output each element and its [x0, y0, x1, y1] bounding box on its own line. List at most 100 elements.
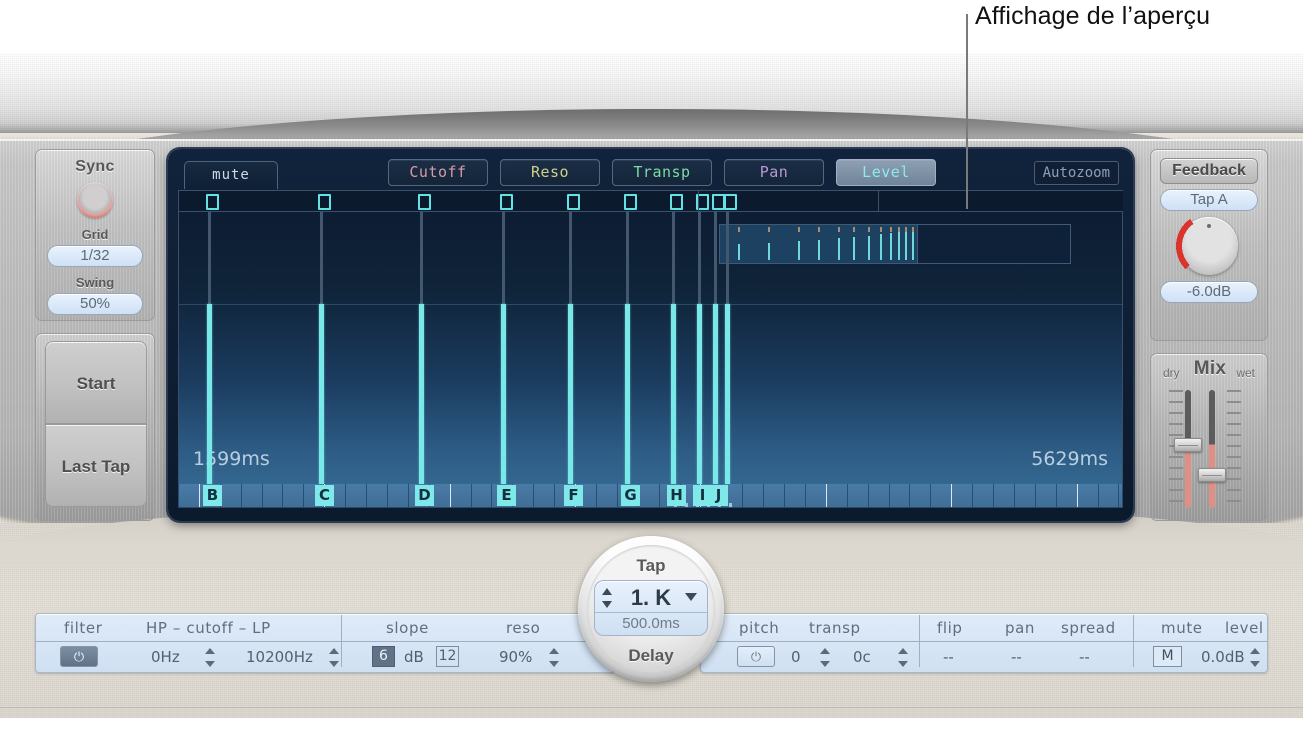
wet-slider-thumb[interactable] — [1198, 468, 1226, 482]
last-tap-button[interactable]: Last Tap — [45, 424, 147, 507]
time-right-label: 5629ms — [1031, 448, 1108, 470]
overview-tick-11 — [912, 228, 914, 260]
tap-bar-stem-2 — [420, 212, 423, 304]
slope-12db-button[interactable]: 12 — [436, 646, 459, 667]
lp-cutoff-stepper[interactable] — [328, 648, 339, 667]
tap-chip-j[interactable]: J — [709, 485, 728, 506]
tap-level-bar-5[interactable] — [625, 304, 630, 484]
mute-checkbox-2[interactable] — [418, 194, 431, 210]
mute-checkbox-6[interactable] — [670, 194, 683, 210]
tap-graph-area[interactable]: 1599ms 5629ms 4 4 — [178, 212, 1123, 484]
ruler-cell — [994, 484, 1015, 507]
tap-chip-c[interactable]: C — [315, 485, 334, 506]
pitch-power-icon[interactable]: ⏻ — [737, 646, 775, 667]
tap-bar-stem-7 — [698, 212, 701, 304]
ruler-cell — [1057, 484, 1078, 507]
mute-checkbox-1[interactable] — [318, 194, 331, 210]
ruler-cell — [848, 484, 869, 507]
overview-display[interactable] — [719, 224, 1071, 264]
start-button[interactable]: Start — [45, 341, 147, 424]
tap-chip-e[interactable]: E — [497, 485, 516, 506]
sync-led-icon[interactable] — [77, 182, 113, 218]
level-stepper[interactable] — [1249, 648, 1260, 667]
hp-cutoff-stepper[interactable] — [204, 648, 215, 667]
tap-strip-headers: pitch transp flip pan spread mute level — [701, 614, 1267, 642]
footer-divider — [0, 707, 1303, 708]
filter-header-slope: slope — [386, 619, 429, 637]
pitch-stepper[interactable] — [819, 648, 830, 667]
tap-delay-value[interactable]: 500.0ms — [595, 612, 707, 632]
overview-tick-cap-11 — [912, 227, 914, 232]
transp-value[interactable]: 0c — [853, 648, 871, 666]
feedback-knob[interactable] — [1175, 212, 1243, 280]
level-value[interactable]: 0.0dB — [1201, 648, 1245, 666]
pitch-value[interactable]: 0 — [791, 648, 801, 666]
spread-value[interactable]: -- — [1079, 648, 1090, 666]
tap-level-bar-4[interactable] — [568, 304, 573, 484]
mute-checkbox-3[interactable] — [500, 194, 513, 210]
mute-toggle-button[interactable]: M — [1153, 646, 1182, 667]
param-button-level[interactable]: Level — [836, 159, 936, 186]
tap-chip-d[interactable]: D — [415, 485, 434, 506]
tap-chip-g[interactable]: G — [621, 485, 640, 506]
mute-checkbox-row — [178, 190, 1123, 212]
ruler-cell — [221, 484, 242, 507]
ruler-cell — [242, 484, 263, 507]
transp-stepper[interactable] — [897, 648, 908, 667]
feedback-value[interactable]: -6.0dB — [1160, 281, 1258, 303]
tap-level-bar-2[interactable] — [419, 304, 424, 484]
overview-tick-cap-0 — [738, 227, 740, 232]
param-button-reso[interactable]: Reso — [500, 159, 600, 186]
param-button-cutoff[interactable]: Cutoff — [388, 159, 488, 186]
ruler-cell — [869, 484, 890, 507]
tap-bar-stem-4 — [569, 212, 572, 304]
tap-level-bar-1[interactable] — [319, 304, 324, 484]
tap-selector-field[interactable]: 1. K 500.0ms — [594, 580, 708, 636]
mute-checkbox-4[interactable] — [567, 194, 580, 210]
grid-value[interactable]: 1/32 — [47, 245, 143, 267]
dry-slider-thumb[interactable] — [1174, 438, 1202, 452]
pan-value[interactable]: -- — [1011, 648, 1022, 666]
ruler-cell — [263, 484, 284, 507]
tap-chip-f[interactable]: F — [564, 485, 583, 506]
tap-header-mute: mute — [1161, 619, 1203, 637]
ruler-cell — [367, 484, 388, 507]
flip-value[interactable]: -- — [943, 648, 954, 666]
feedback-button[interactable]: Feedback — [1160, 158, 1258, 184]
ruler-cell — [388, 484, 409, 507]
timeline-ruler[interactable]: BCDEFGHIJ — [178, 484, 1123, 508]
param-button-pan[interactable]: Pan — [724, 159, 824, 186]
swing-value[interactable]: 50% — [47, 293, 143, 315]
overview-tick-cap-3 — [818, 227, 820, 232]
wet-slider-track[interactable] — [1209, 390, 1215, 508]
tap-bar-stem-5 — [626, 212, 629, 304]
tap-level-bar-9[interactable] — [725, 304, 730, 484]
tap-selected-value[interactable]: 1. K — [595, 585, 707, 611]
ruler-cell — [1036, 484, 1057, 507]
reso-value[interactable]: 90% — [499, 648, 532, 666]
slope-6db-button[interactable]: 6 — [372, 646, 395, 667]
filter-power-icon[interactable]: ⏻ — [60, 646, 98, 667]
autozoom-button[interactable]: Autozoom — [1033, 161, 1119, 185]
tap-header-pan: pan — [1005, 619, 1036, 637]
mute-checkbox-5[interactable] — [624, 194, 637, 210]
tap-level-bar-7[interactable] — [697, 304, 702, 484]
tap-level-bar-6[interactable] — [671, 304, 676, 484]
lp-cutoff-value[interactable]: 10200Hz — [246, 648, 313, 666]
mix-title: Mix — [1193, 358, 1227, 379]
reso-stepper[interactable] — [548, 648, 559, 667]
tap-header-level: level — [1225, 619, 1264, 637]
param-button-transp[interactable]: Transp — [612, 159, 712, 186]
tap-chip-b[interactable]: B — [203, 485, 222, 506]
ruler-cell — [806, 484, 827, 507]
mute-checkbox-9[interactable] — [724, 194, 737, 210]
mute-checkbox-0[interactable] — [206, 194, 219, 210]
tap-chip-h[interactable]: H — [667, 485, 686, 506]
feedback-tap-select[interactable]: Tap A — [1160, 189, 1258, 211]
ruler-cell — [451, 484, 472, 507]
tab-mute[interactable]: mute — [184, 161, 278, 189]
tap-level-bar-0[interactable] — [207, 304, 212, 484]
tap-level-bar-3[interactable] — [501, 304, 506, 484]
tap-level-bar-8[interactable] — [713, 304, 718, 484]
hp-cutoff-value[interactable]: 0Hz — [151, 648, 180, 666]
